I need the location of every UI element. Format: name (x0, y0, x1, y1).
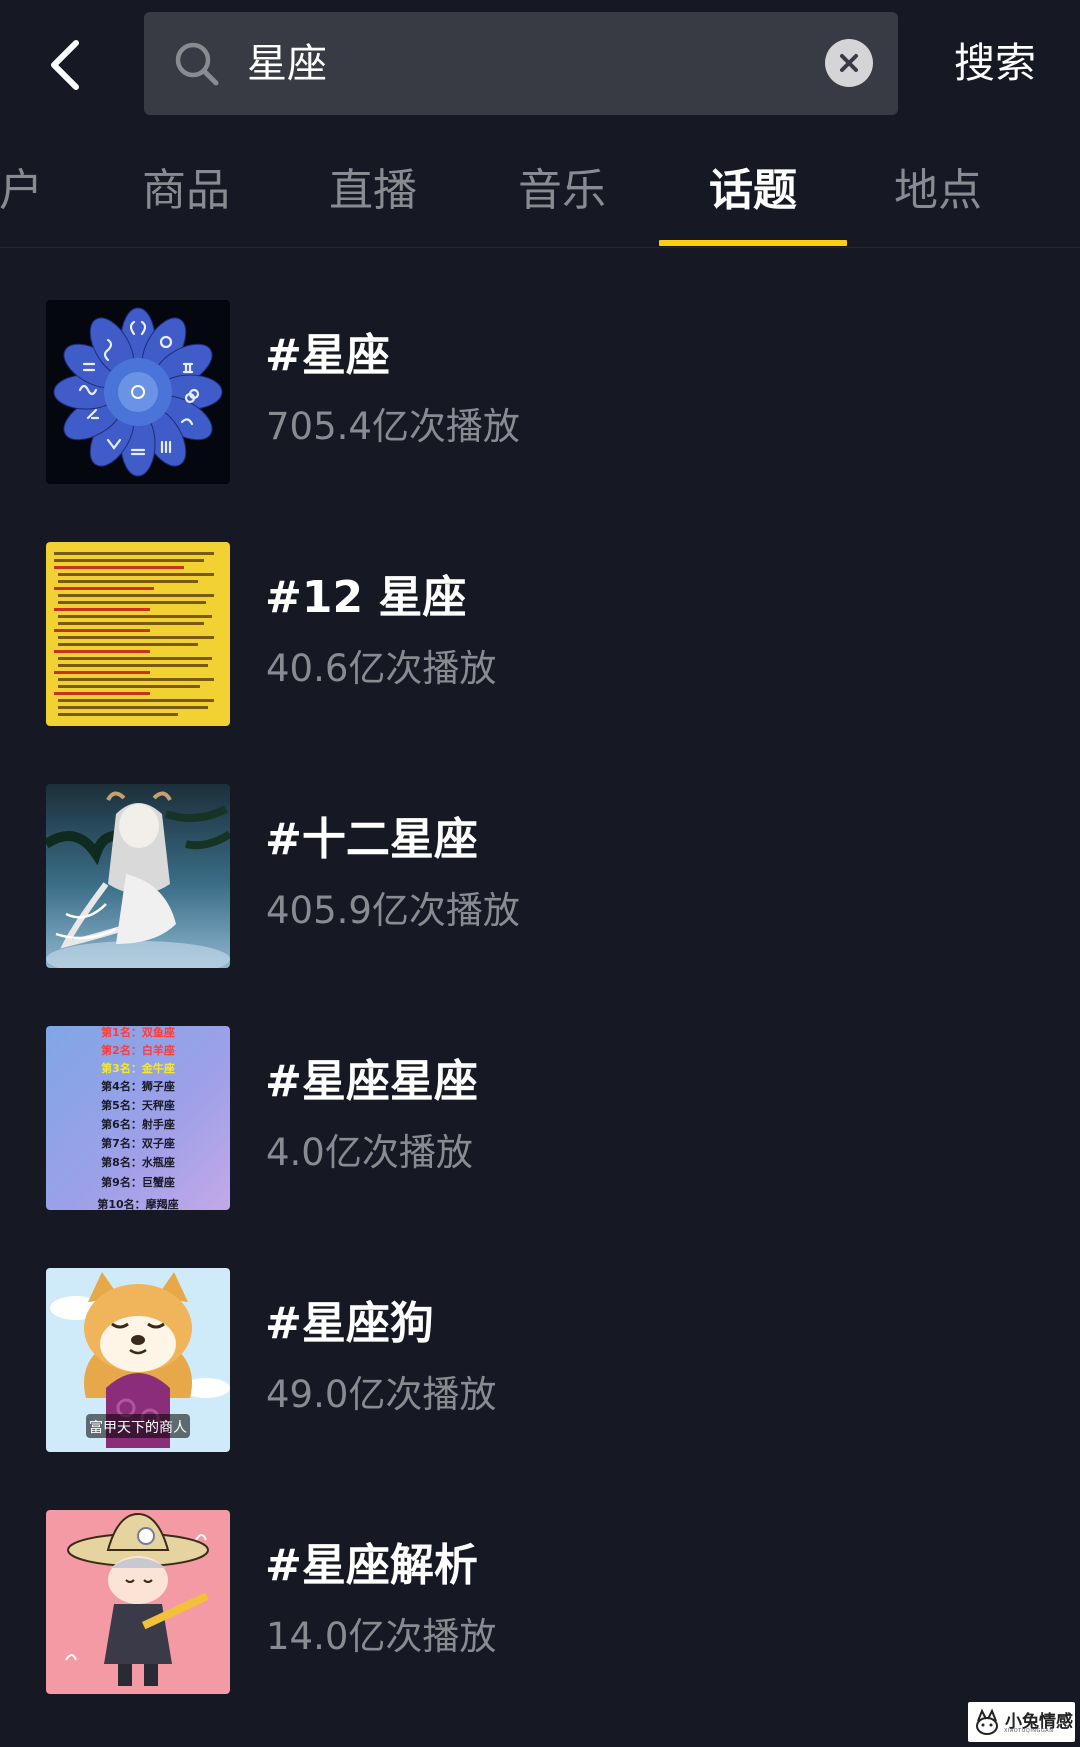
thumbnail-caption: 富甲天下的商人 (89, 1419, 187, 1436)
topic-title: #十二星座 (265, 814, 478, 865)
tab-topics[interactable]: 话题 (692, 160, 814, 222)
topic-title: #星座星座 (265, 1056, 478, 1107)
topic-title: #12 星座 (265, 572, 467, 623)
search-button[interactable]: 搜索 (940, 30, 1050, 96)
topic-play-count: 14.0亿次播放 (266, 1615, 497, 1658)
topic-row[interactable]: #星座解析 14.0亿次播放 (0, 1510, 1080, 1700)
topic-thumbnail (46, 1510, 230, 1694)
search-results-page: 搜索 户 商品 直播 音乐 话题 地点 (0, 0, 1080, 1747)
ranking-line: 第5名：天秤座 (101, 1098, 175, 1112)
close-icon (840, 54, 858, 72)
rabbit-logo-icon (976, 1708, 998, 1735)
topic-play-count: 40.6亿次播放 (266, 647, 497, 690)
zodiac-text-card-image (46, 542, 230, 726)
ranking-line: 第6名：射手座 (101, 1117, 175, 1131)
chibi-wizard-image (46, 1510, 230, 1694)
back-button[interactable] (30, 22, 100, 108)
topic-row[interactable]: 第1名：双鱼座 第2名：白羊座 第3名：金牛座 第4名：狮子座 第5名：天秤座 … (0, 1026, 1080, 1216)
clear-search-button[interactable] (825, 39, 873, 87)
topic-title: #星座 (265, 330, 390, 381)
topic-thumbnail (46, 784, 230, 968)
tab-music[interactable]: 音乐 (502, 160, 622, 222)
search-box[interactable] (144, 12, 898, 115)
topic-title: #星座狗 (265, 1298, 434, 1349)
chevron-left-icon (51, 40, 79, 90)
search-input[interactable] (247, 34, 807, 94)
topic-play-count: 49.0亿次播放 (266, 1373, 497, 1416)
topic-thumbnail: 第1名：双鱼座 第2名：白羊座 第3名：金牛座 第4名：狮子座 第5名：天秤座 … (46, 1026, 230, 1210)
active-tab-indicator (659, 240, 847, 246)
topic-row[interactable]: #十二星座 405.9亿次播放 (0, 784, 1080, 974)
topic-row[interactable]: #12 星座 40.6亿次播放 (0, 542, 1080, 732)
ranking-line: 第10名：摩羯座 (97, 1197, 178, 1210)
tab-users[interactable]: 户 (0, 160, 44, 222)
topic-title: #星座解析 (265, 1540, 478, 1591)
ranking-line: 第7名：双子座 (101, 1136, 175, 1150)
topic-row[interactable]: #星座 705.4亿次播放 (0, 300, 1080, 490)
ranking-line: 第9名：巨蟹座 (101, 1175, 175, 1189)
search-icon (175, 42, 219, 86)
ranking-line: 第1名：双鱼座 (101, 1026, 175, 1039)
topic-play-count: 405.9亿次播放 (266, 889, 520, 932)
zodiac-ranking-image: 第1名：双鱼座 第2名：白羊座 第3名：金牛座 第4名：狮子座 第5名：天秤座 … (46, 1026, 230, 1210)
topic-row[interactable]: 富甲天下的商人 #星座狗 49.0亿次播放 (0, 1268, 1080, 1458)
tab-products[interactable]: 商品 (126, 160, 246, 222)
watermark: 小兔情感 XIAOTUQINGGAN (968, 1702, 1075, 1742)
topic-thumbnail: 富甲天下的商人 (46, 1268, 230, 1452)
ranking-line: 第4名：狮子座 (101, 1079, 175, 1093)
topic-thumbnail (46, 300, 230, 484)
anime-character-image (46, 784, 230, 968)
shiba-dog-cartoon-image: 富甲天下的商人 (46, 1268, 230, 1452)
zodiac-wheel-image (46, 300, 230, 484)
watermark-subtext: XIAOTUQINGGAN (1004, 1728, 1054, 1734)
topic-thumbnail (46, 542, 230, 726)
tab-places[interactable]: 地点 (878, 160, 998, 222)
tab-live[interactable]: 直播 (313, 160, 433, 222)
ranking-line: 第3名：金牛座 (101, 1061, 175, 1075)
ranking-line: 第2名：白羊座 (101, 1043, 175, 1057)
topic-play-count: 705.4亿次播放 (266, 405, 520, 448)
category-tabs: 户 商品 直播 音乐 话题 地点 (0, 130, 1080, 248)
topic-play-count: 4.0亿次播放 (266, 1131, 473, 1174)
ranking-line: 第8名：水瓶座 (101, 1155, 175, 1169)
search-bar: 搜索 (0, 0, 1080, 130)
